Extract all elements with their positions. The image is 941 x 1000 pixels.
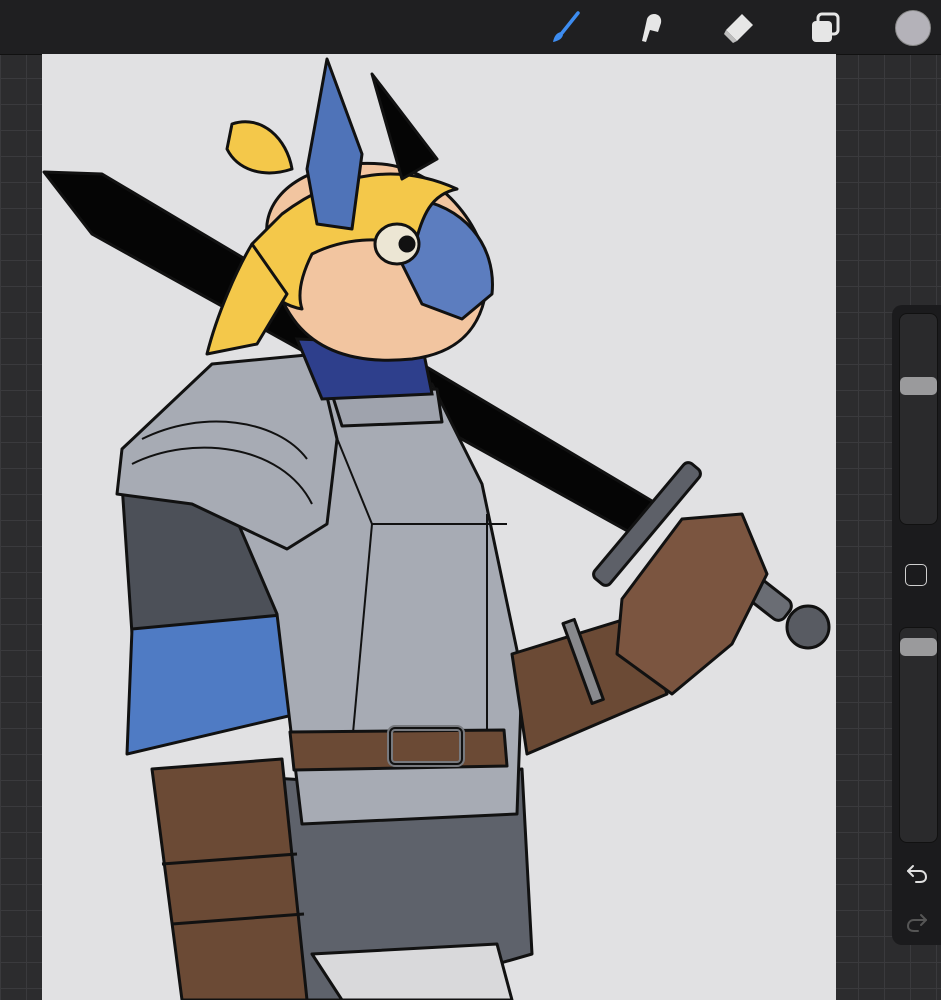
smudge-tool-button[interactable] [632, 8, 672, 48]
eraser-tool-button[interactable] [718, 8, 758, 48]
drawing-canvas[interactable] [42, 54, 836, 1000]
eraser-icon [724, 14, 753, 43]
brush-size-slider[interactable] [899, 313, 938, 525]
redo-button[interactable] [904, 909, 930, 933]
modify-button[interactable] [905, 564, 927, 586]
undo-button[interactable] [904, 860, 930, 884]
brush-opacity-slider[interactable] [899, 627, 938, 843]
brush-size-slider-thumb[interactable] [900, 377, 937, 395]
brush-icon [553, 11, 580, 42]
redo-icon [906, 914, 927, 932]
smudge-icon [642, 14, 662, 42]
layers-icon [812, 12, 840, 42]
layers-tool-button[interactable] [805, 8, 845, 48]
undo-icon [907, 865, 928, 883]
brush-tool-button[interactable] [545, 8, 585, 48]
belt [288, 725, 509, 772]
brush-sidebar [892, 305, 941, 945]
artwork [42, 54, 836, 1000]
brush-opacity-slider-thumb[interactable] [900, 638, 937, 656]
top-toolbar [0, 0, 941, 55]
color-swatch-button[interactable] [895, 10, 931, 46]
